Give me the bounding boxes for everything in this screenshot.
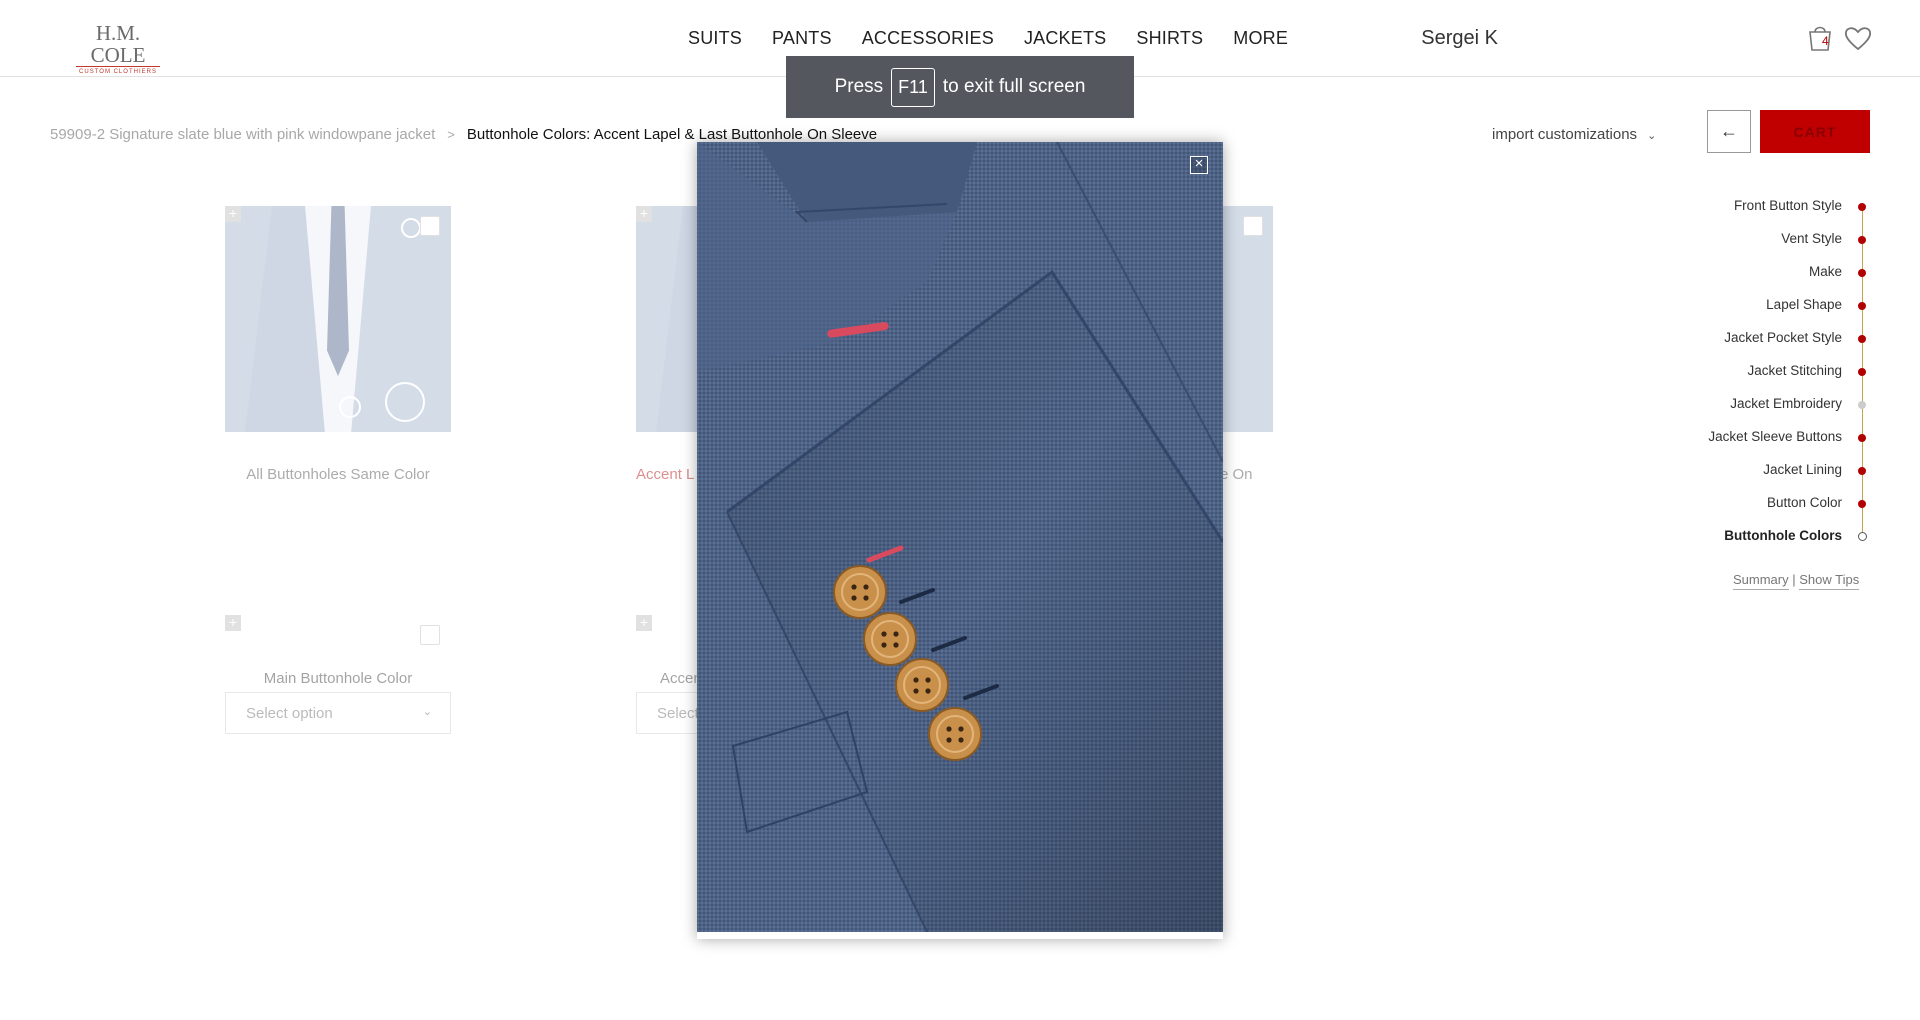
fullscreen-exit-toast: Press F11 to exit full screen xyxy=(786,56,1134,118)
toast-key: F11 xyxy=(891,67,935,107)
brand-logo[interactable]: H.M. COLE CUSTOM CLOTHIERS xyxy=(70,22,166,76)
main-nav: SUITS PANTS ACCESSORIES JACKETS SHIRTS M… xyxy=(688,28,1318,49)
shopping-bag-icon[interactable] xyxy=(1807,24,1833,52)
user-name[interactable]: Sergei K xyxy=(1421,27,1498,50)
close-icon[interactable]: × xyxy=(1190,156,1208,174)
nav-jackets[interactable]: JACKETS xyxy=(1024,28,1106,49)
toast-press: Press xyxy=(834,76,884,97)
toast-message: to exit full screen xyxy=(942,76,1086,97)
nav-shirts[interactable]: SHIRTS xyxy=(1136,28,1203,49)
cart-count-badge: 4 xyxy=(1822,34,1829,48)
logo-text: H.M. COLE xyxy=(90,21,146,67)
nav-suits[interactable]: SUITS xyxy=(688,28,742,49)
logo-tagline: CUSTOM CLOTHIERS xyxy=(76,66,160,76)
nav-more[interactable]: MORE xyxy=(1233,28,1288,49)
image-lightbox: × xyxy=(697,142,1223,939)
sleeve-buttonhole-photo xyxy=(697,142,1223,932)
jacket-sleeve-illustration xyxy=(697,142,1223,932)
heart-icon[interactable] xyxy=(1844,25,1872,51)
nav-accessories[interactable]: ACCESSORIES xyxy=(862,28,994,49)
nav-pants[interactable]: PANTS xyxy=(772,28,832,49)
